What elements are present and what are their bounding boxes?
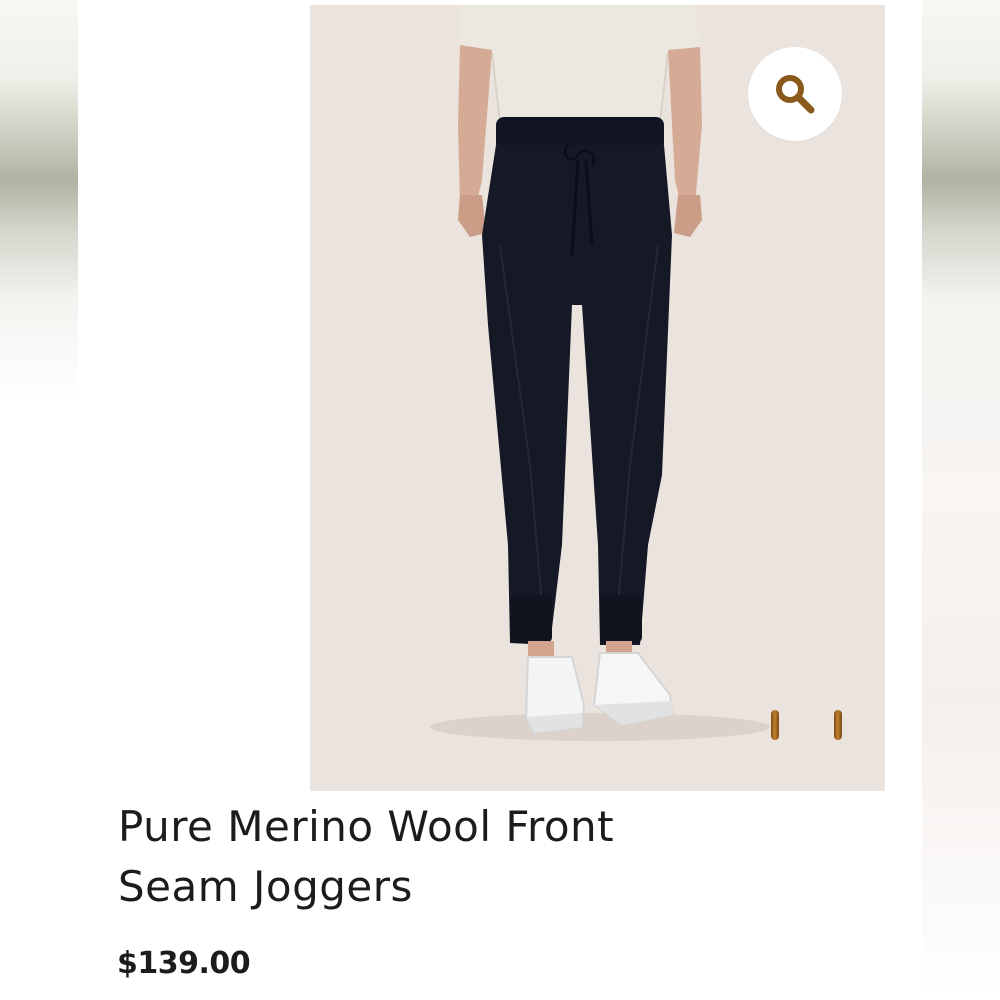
product-title: Pure Merino Wool Front Seam Joggers bbox=[118, 797, 838, 917]
pagination-dot[interactable] bbox=[834, 710, 842, 740]
image-pagination bbox=[768, 710, 858, 742]
product-title-line-2: Seam Joggers bbox=[118, 862, 413, 911]
blurred-background-right bbox=[922, 0, 1000, 1000]
blurred-background-left bbox=[0, 0, 78, 1000]
zoom-button[interactable] bbox=[748, 47, 842, 141]
magnifier-icon bbox=[776, 75, 815, 114]
pagination-dot[interactable] bbox=[771, 710, 779, 740]
product-price: $139.00 bbox=[117, 946, 251, 981]
product-title-line-1: Pure Merino Wool Front bbox=[118, 802, 615, 851]
